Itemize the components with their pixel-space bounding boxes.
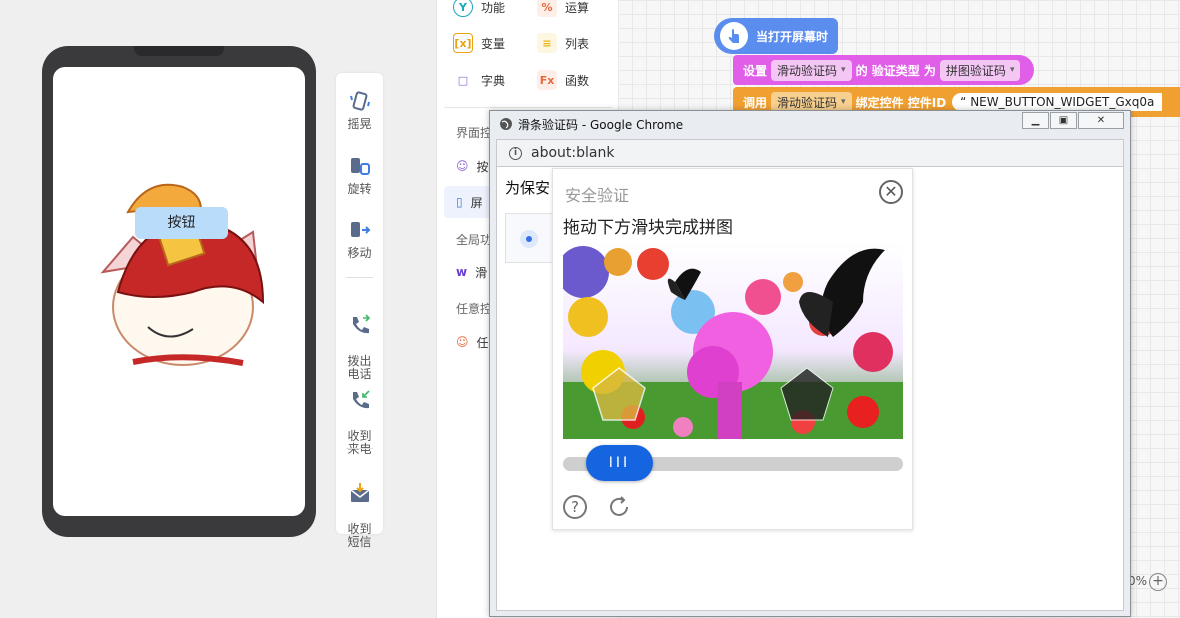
captcha-dialog: 安全验证 ✕ 拖动下方滑块完成拼图 III ? — [552, 168, 913, 530]
palette-list-label: 列表 — [565, 36, 590, 51]
variable-icon: [x] — [453, 33, 473, 53]
palette-operation[interactable]: % 运算 — [537, 0, 589, 17]
fx-icon: Fx — [537, 70, 557, 90]
sim-call-in-button[interactable]: 收到 来电 — [336, 376, 383, 456]
dictionary-icon: □ — [457, 73, 469, 87]
sim-move-button[interactable]: 移动 — [336, 219, 383, 260]
set-target-value: 滑动验证码 — [777, 63, 838, 78]
info-icon[interactable]: i — [509, 147, 522, 160]
widget-id-value: NEW_BUTTON_WIDGET_Gxq0a — [970, 95, 1155, 109]
window-title: 滑条验证码 - Google Chrome — [518, 118, 684, 132]
sim-call-out-button[interactable]: 拨出 电话 — [336, 301, 383, 381]
function-icon: Y — [453, 0, 473, 17]
palette-variable-label: 变量 — [481, 36, 506, 51]
globe-icon — [500, 118, 512, 130]
captcha-title: 安全验证 — [565, 186, 630, 205]
phone-frame: 按钮 — [42, 46, 316, 537]
sms-icon — [350, 483, 369, 502]
maximize-button[interactable]: ▣ — [1050, 112, 1077, 129]
chevron-down-icon: ▾ — [1009, 65, 1015, 75]
list-icon: ≡ — [537, 33, 557, 53]
slider-control-icon: w — [456, 265, 468, 279]
palette-dictionary[interactable]: □ 字典 — [453, 70, 505, 90]
address-bar[interactable]: i about:blank — [496, 139, 1124, 167]
palette-row-any-label: 任 — [476, 335, 489, 350]
palette-func-label: 函数 — [565, 73, 590, 88]
rotate-icon — [350, 158, 370, 175]
set-block-prefix: 设置 — [743, 63, 768, 78]
palette-dictionary-label: 字典 — [481, 73, 506, 88]
call-target-value: 滑动验证码 — [777, 95, 838, 110]
chevron-down-icon: ▾ — [841, 97, 846, 107]
palette-func[interactable]: Fx 函数 — [537, 70, 589, 90]
touch-icon — [720, 22, 748, 50]
sim-rotate-label: 旋转 — [347, 182, 372, 196]
palette-section-ui: 界面控 — [456, 126, 493, 140]
palette-function-label: 功能 — [481, 0, 506, 15]
sim-sms-button[interactable]: 收到 短信 — [336, 469, 383, 549]
phone-in-icon — [352, 390, 370, 409]
sim-shake-button[interactable]: 摇晃 — [336, 90, 383, 131]
widget-id-input[interactable]: “ NEW_BUTTON_WIDGET_Gxq0a — [952, 93, 1163, 111]
refresh-icon[interactable] — [607, 495, 631, 519]
button-control-icon: ☺ — [456, 159, 469, 173]
background-card — [505, 213, 555, 263]
sim-rotate-button[interactable]: 旋转 — [336, 155, 383, 196]
call-block-prefix: 调用 — [743, 95, 768, 110]
set-target-dropdown[interactable]: 滑动验证码 ▾ — [771, 59, 852, 81]
sim-shake-label: 摇晃 — [347, 117, 372, 131]
simulator-area: 按钮 摇晃 旋转 移动 拨出 电话 收到 来电 收到 短信 — [0, 0, 436, 618]
set-value-value: 拼图验证码 — [945, 63, 1006, 78]
close-window-button[interactable]: ✕ — [1078, 112, 1124, 129]
event-block[interactable]: 当打开屏幕时 — [714, 18, 839, 54]
sim-sms-label: 收到 短信 — [347, 522, 372, 549]
slider-handle[interactable]: III — [586, 445, 653, 481]
radio-icon — [520, 230, 538, 248]
palette-list[interactable]: ≡ 列表 — [537, 33, 589, 53]
palette-operation-label: 运算 — [565, 0, 590, 15]
shake-icon — [349, 91, 370, 111]
help-icon[interactable]: ? — [563, 495, 587, 519]
toolbar-divider — [346, 448, 373, 449]
set-value-dropdown[interactable]: 拼图验证码 ▾ — [939, 59, 1021, 81]
page-text: 为保安 — [505, 179, 551, 197]
toolbar-divider — [346, 277, 373, 278]
event-block-label: 当打开屏幕时 — [756, 29, 829, 44]
chevron-down-icon: ▾ — [841, 65, 846, 75]
phone-screen: 按钮 — [53, 67, 305, 516]
palette-variable[interactable]: [x] 变量 — [453, 33, 505, 53]
simulator-toolbar: 摇晃 旋转 移动 拨出 电话 收到 来电 收到 短信 — [336, 73, 383, 549]
phone-notch — [134, 46, 224, 56]
chrome-window: 滑条验证码 - Google Chrome ▁ ▣ ✕ i about:blan… — [489, 110, 1131, 617]
screen-control-icon: ▯ — [456, 195, 463, 209]
zoom-in-button[interactable]: + — [1149, 573, 1167, 591]
palette-function[interactable]: Y 功能 — [453, 0, 505, 17]
captcha-hint: 拖动下方滑块完成拼图 — [563, 218, 733, 238]
page-content: 为保安 安全验证 ✕ 拖动下方滑块完成拼图 III ? — [496, 167, 1124, 611]
operation-icon: % — [537, 0, 557, 17]
puzzle-image — [563, 242, 903, 439]
palette-divider — [444, 107, 612, 108]
url-text: about:blank — [531, 145, 615, 161]
close-icon[interactable]: ✕ — [879, 180, 903, 204]
call-block-middle: 绑定控件 控件ID — [855, 95, 947, 110]
any-control-icon: ☺ — [456, 335, 469, 349]
sim-move-label: 移动 — [347, 246, 372, 260]
phone-preview-button[interactable]: 按钮 — [135, 207, 228, 239]
palette-row-button-label: 按 — [476, 159, 489, 174]
set-block-middle: 的 验证类型 为 — [855, 63, 936, 78]
set-property-block[interactable]: 设置 滑动验证码 ▾ 的 验证类型 为 拼图验证码 ▾ — [733, 55, 1035, 85]
palette-section-global: 全局功 — [456, 233, 493, 247]
palette-section-any: 任意控 — [456, 302, 493, 316]
minimize-button[interactable]: ▁ — [1022, 112, 1049, 129]
palette-row-screen-label: 屏 — [470, 195, 483, 210]
palette-row-slider-label: 滑 — [475, 265, 488, 280]
phone-out-icon — [352, 314, 370, 334]
move-icon — [350, 222, 370, 237]
sim-call-in-label: 收到 来电 — [347, 429, 372, 456]
